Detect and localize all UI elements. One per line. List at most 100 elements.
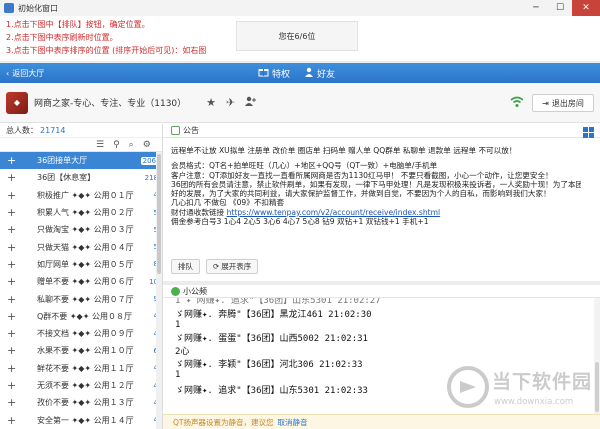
nav-center: 特权 好友: [258, 63, 335, 83]
location-icon[interactable]: ⚲: [113, 140, 120, 150]
exit-icon: ⇥: [542, 98, 549, 108]
expand-icon[interactable]: +: [7, 293, 19, 306]
close-button[interactable]: ✕: [572, 0, 600, 16]
chat-tab[interactable]: 小公频: [163, 285, 600, 298]
scrollbar-thumb[interactable]: [157, 154, 161, 274]
gear-icon[interactable]: ⚙: [143, 140, 151, 150]
room-list-item[interactable]: +只做淘宝 ✦◆✦ 公用０３厅5: [0, 221, 162, 238]
signal-icon: [510, 96, 524, 107]
room-list-item[interactable]: +不接文档 ✦◆✦ 公用０９厅4: [0, 325, 162, 342]
room-header: ◆ 网商之家-专心、专注、专业（1130） ★ ✈ ⇥ 退出房间: [0, 83, 600, 123]
announcement-line: 会员格式：QT名+拍单旺旺（几心）+地区+QQ号（QT一致）+电脑单/手机单: [171, 161, 438, 171]
room-list-item[interactable]: +如厅网单 ✦◆✦ 公用０５厅8: [0, 256, 162, 273]
chat-index: 1: [175, 320, 181, 330]
room-list-item-name: Q群不要 ✦◆✦ 公用０８厅: [37, 311, 132, 321]
announcement-icon: [171, 126, 180, 135]
room-list-item[interactable]: + 赠单不要 ✦◆✦ 公用０６厅 10: [0, 273, 162, 290]
expand-icon[interactable]: +: [7, 344, 19, 357]
room-rows: +36团接单大厅206+36团【休息室】218+积极推广 ✦◆✦ 公用０１厅4+…: [0, 152, 162, 429]
room-list-item[interactable]: +孜价不要 ✦◆✦ 公用１３厅4: [0, 394, 162, 411]
announcement-tab-label: 公告: [183, 126, 199, 135]
chat-message: ゞ网赚✦. 追求"【36团】山东5301 21:02:33: [175, 386, 368, 396]
room-list-panel: 总人数： 21714 ☰ ⚲ ⌕ ⚙ +36团接单大厅 206 +36团【休息室】 2…: [0, 124, 163, 429]
room-list-item-name: 鲜花不要 ✦◆✦ 公用１１厅: [37, 363, 134, 373]
expand-icon[interactable]: +: [7, 275, 19, 288]
mute-notice: QT扬声器设置为静音，建议您: [173, 417, 274, 427]
list-view-icon[interactable]: ☰: [96, 140, 104, 150]
room-list-item-name: 只做淘宝 ✦◆✦ 公用０３厅: [37, 225, 134, 235]
chat-tab-label: 小公频: [183, 286, 207, 296]
unmute-link[interactable]: 取消静音: [277, 417, 307, 428]
expand-icon[interactable]: +: [7, 241, 19, 254]
announcement-line: 36团的所有会员请注意，禁止软件刷单，如果有发现，一律下马甲处理！凡是发现积极来…: [171, 179, 581, 189]
friends-label: 好友: [317, 69, 336, 80]
room-list-item[interactable]: +无须不要 ✦◆✦ 公用１２厅4: [0, 377, 162, 394]
add-user-icon[interactable]: [245, 96, 257, 110]
chat-message: ゞ网赚✦. 蛋蛋"【36团】山西5002 21:02:31: [175, 334, 368, 344]
room-list-item-name: 私聊不要 ✦◆✦ 公用０７厅: [37, 294, 134, 304]
expand-icon[interactable]: +: [7, 310, 19, 323]
room-list-item-name: 只做天猫 ✦◆✦ 公用０４厅: [37, 242, 134, 252]
grid-icon[interactable]: [583, 127, 594, 138]
expand-icon[interactable]: +: [7, 171, 19, 184]
chevron-left-icon: ‹: [6, 68, 10, 78]
back-to-hall-button[interactable]: ‹ 返回大厅: [6, 68, 44, 79]
expand-icon[interactable]: +: [7, 258, 19, 271]
expand-queue-button[interactable]: ⟳ 展开表序: [206, 259, 259, 274]
payment-link-line: 财付通收款链接 https://www.tenpay.com/v2/accoun…: [171, 208, 581, 217]
gift-icon: [258, 67, 269, 80]
expand-icon[interactable]: +: [7, 206, 19, 219]
room-list-scrollbar[interactable]: [156, 152, 162, 429]
star-icon[interactable]: ★: [206, 96, 216, 110]
expand-icon[interactable]: +: [7, 223, 19, 236]
expand-icon[interactable]: +: [7, 396, 19, 409]
content-panel: 公告 远程单不让放 XU拟单 注册单 改价单 圈店单 扫码单 赠人单 QQ群单 …: [163, 124, 600, 429]
queue-button[interactable]: 排队: [171, 259, 200, 274]
exit-room-button[interactable]: ⇥ 退出房间: [532, 94, 594, 112]
chat-icon: [171, 286, 180, 296]
user-icon: [304, 67, 314, 80]
expand-icon[interactable]: +: [7, 154, 19, 167]
room-list-item-name: 孜价不要 ✦◆✦ 公用１３厅: [37, 398, 134, 408]
payment-link[interactable]: https://www.tenpay.com/v2/account/receiv…: [227, 208, 441, 217]
refresh-icon: ⟳: [213, 262, 220, 271]
expand-icon[interactable]: +: [7, 189, 19, 202]
mute-notice-bar: QT扬声器设置为静音，建议您 取消静音: [163, 414, 600, 429]
room-list-item[interactable]: +安全第一 ✦◆✦ 公用１４厅4: [0, 411, 162, 428]
chat-scrollbar-thumb[interactable]: [595, 362, 599, 412]
chat-scrollbar[interactable]: [594, 298, 600, 414]
room-list-item-name: 如厅网单 ✦◆✦ 公用０５厅: [37, 259, 134, 269]
main-body: 总人数： 21714 ☰ ⚲ ⌕ ⚙ +36团接单大厅 206 +36团【休息室】 2…: [0, 124, 600, 429]
friends-button[interactable]: 好友: [304, 67, 335, 80]
expand-queue-label: 展开表序: [221, 262, 252, 271]
room-actions: ★ ✈: [206, 96, 257, 110]
room-list-item-name: 36团【休息室】: [37, 173, 96, 183]
room-list-item[interactable]: +只做天猫 ✦◆✦ 公用０４厅5: [0, 238, 162, 255]
room-list-item[interactable]: +积极推广 ✦◆✦ 公用０１厅4: [0, 187, 162, 204]
room-list-item[interactable]: +私聊不要 ✦◆✦ 公用０７厅9: [0, 290, 162, 307]
room-list-item[interactable]: +36团【休息室】 218: [0, 169, 162, 186]
chat-area: 1 ✦ 网赚✦. 追求"【36团】山东5301 21:02:27 ゞ网赚✦. 奔…: [163, 298, 600, 414]
expand-icon[interactable]: +: [7, 379, 19, 392]
expand-icon[interactable]: +: [7, 362, 19, 375]
room-list-item[interactable]: +36团接单大厅 206: [0, 152, 162, 170]
room-list-item-name: 水果不要 ✦◆✦ 公用１０厅: [37, 346, 134, 356]
expand-icon[interactable]: +: [7, 327, 19, 340]
search-icon[interactable]: ⌕: [129, 140, 134, 150]
room-list-item[interactable]: +水果不要 ✦◆✦ 公用１０厅6: [0, 342, 162, 359]
maximize-button[interactable]: ☐: [548, 0, 572, 16]
room-list-item-name: 36团接单大厅: [37, 156, 88, 166]
room-list-item[interactable]: +Q群不要 ✦◆✦ 公用０８厅4: [0, 308, 162, 325]
plane-icon[interactable]: ✈: [226, 96, 235, 110]
announcement-tab[interactable]: 公告: [163, 124, 600, 138]
member-total-label: 总人数：: [6, 126, 38, 135]
room-list-item[interactable]: +鲜花不要 ✦◆✦ 公用１１厅4: [0, 360, 162, 377]
chat-index: 1: [175, 370, 181, 380]
room-list-item[interactable]: +积累人气 ✦◆✦ 公用０２厅5: [0, 204, 162, 221]
privilege-button[interactable]: 特权: [258, 67, 290, 80]
instruction-panel: 1.点击下图中【排队】按钮，确定位置。 2.点击下图中表序刷新时位置。 3.点击…: [0, 16, 600, 61]
room-avatar: ◆: [6, 91, 28, 114]
expand-icon[interactable]: +: [7, 414, 19, 427]
announcement-line: 几心扣几 不做包 《09》不扣精套: [171, 198, 285, 208]
minimize-button[interactable]: ─: [524, 0, 548, 16]
